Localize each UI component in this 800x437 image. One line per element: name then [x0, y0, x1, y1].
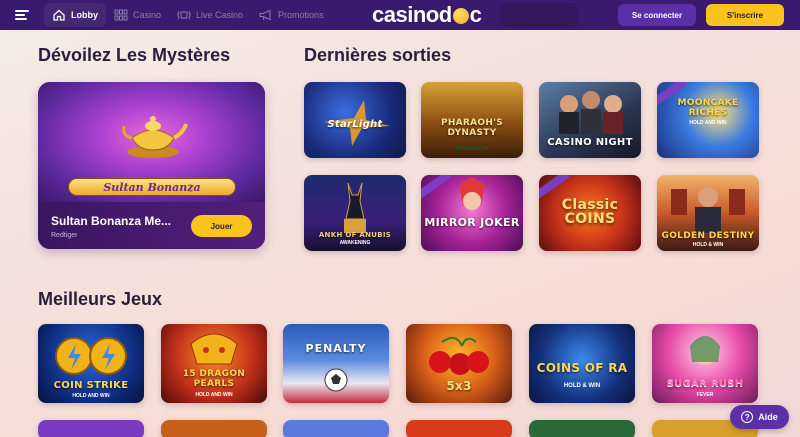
game-tile-mooncake-riches[interactable]: MOONCAKE RICHES HOLD AND WIN [657, 82, 759, 158]
live-icon [177, 10, 191, 20]
login-button[interactable]: Se connecter [618, 4, 696, 26]
game-tile-classic-coins[interactable]: Classic COINS [539, 175, 641, 251]
nav-item-casino[interactable]: Casino [106, 0, 169, 30]
game-sub: HOLD AND WIN [72, 393, 110, 399]
game-sub: AWAKENING [339, 240, 371, 246]
search-area[interactable] [500, 3, 578, 27]
game-tile-coins-of-ra[interactable]: COINS OF RA HOLD & WIN [529, 324, 635, 403]
featured-game-banner: Sultan Bonanza [68, 178, 236, 196]
casinodoc-logo[interactable]: casino d c [372, 2, 482, 28]
game-tile-row3-2[interactable] [161, 420, 267, 437]
game-label: ANKH OF ANUBIS [318, 230, 392, 239]
game-tile-row3-3[interactable] [283, 420, 389, 437]
help-button[interactable]: ? Aide [730, 405, 789, 429]
featured-game-art: Sultan Bonanza [38, 82, 265, 202]
megaphone-icon [259, 9, 271, 21]
top-bar: Lobby Casino Live Casino Promotions casi… [0, 0, 800, 30]
soccer-ball-icon [324, 368, 348, 392]
game-tile-ankh-of-anubis[interactable]: ANKH OF ANUBIS AWAKENING [304, 175, 406, 251]
game-tile-casino-night[interactable]: CASINO NIGHT [539, 82, 641, 158]
nav-label: Live Casino [196, 10, 244, 20]
game-tile-sugar-rush[interactable]: SUGAR RUSH FEVER [652, 324, 758, 403]
magic-lamp-icon [122, 116, 188, 158]
game-sub: HOLD AND WIN [689, 120, 727, 126]
question-icon: ? [741, 411, 754, 423]
nav-item-promotions[interactable]: Promotions [251, 0, 332, 30]
nav-label: Promotions [278, 10, 324, 20]
game-label: CASINO NIGHT [547, 136, 633, 148]
game-label: 5x3 [446, 379, 472, 394]
game-tile-starlight[interactable]: StarLight [304, 82, 406, 158]
nav-item-live-casino[interactable]: Live Casino [169, 0, 251, 30]
game-tile-golden-destiny[interactable]: GOLDEN DESTINY HOLD & WIN [657, 175, 759, 251]
game-sub: FEVER [696, 392, 714, 398]
play-button[interactable]: Jouer [191, 215, 252, 237]
game-sub: HOLD AND WIN [195, 392, 233, 398]
home-icon [53, 9, 65, 21]
logo-text: casino [372, 2, 439, 27]
hamburger-icon [15, 10, 29, 20]
game-label: 15 DRAGON PEARLS [182, 369, 246, 389]
game-label: COINS OF RA [536, 361, 628, 376]
game-tile-penalty[interactable]: PENALTY [283, 324, 389, 403]
game-tile-5x3[interactable]: 5x3 [406, 324, 512, 403]
logo-text-end: c [469, 2, 482, 27]
game-sub: HOLD & WIN [692, 242, 724, 248]
grid-icon [114, 9, 128, 21]
game-tile-row3-5[interactable] [529, 420, 635, 437]
game-sub: HOLD & WIN [563, 383, 601, 389]
joker-art [459, 177, 485, 210]
game-tile-15-dragon-pearls[interactable]: 15 DRAGON PEARLS HOLD AND WIN [161, 324, 267, 403]
featured-game-provider: Redtiger [51, 232, 78, 239]
game-tile-coin-strike[interactable]: COIN STRIKE HOLD AND WIN [38, 324, 144, 403]
help-label: Aide [758, 412, 778, 422]
main-nav: Lobby Casino Live Casino Promotions [44, 0, 332, 30]
game-label: PHARAOH'S DYNASTY [440, 118, 504, 138]
nav-item-lobby[interactable]: Lobby [44, 3, 106, 27]
game-tile-row3-1[interactable] [38, 420, 144, 437]
game-tile-mirror-joker[interactable]: MIRROR JOKER [421, 175, 523, 251]
game-label: Classic COINS [561, 196, 619, 228]
menu-button[interactable] [0, 0, 44, 30]
featured-game-title: Sultan Bonanza Me... [51, 214, 172, 228]
coins-art [55, 337, 127, 375]
game-sub: PRIZEMATCH [455, 146, 489, 152]
game-label: SUGAR RUSH [666, 377, 744, 389]
section-title-latest: Dernières sorties [304, 45, 452, 65]
game-tile-row3-4[interactable] [406, 420, 512, 437]
game-label: COIN STRIKE [53, 379, 129, 391]
game-label: StarLight [327, 118, 383, 130]
section-title-best: Meilleurs Jeux [38, 289, 163, 309]
signup-button[interactable]: S'inscrire [706, 4, 784, 26]
game-label: MOONCAKE RICHES [677, 98, 739, 118]
game-tile-pharaohs-dynasty[interactable]: PHARAOH'S DYNASTY PRIZEMATCH [421, 82, 523, 158]
logo-ball-icon [452, 8, 469, 24]
game-label: GOLDEN DESTINY [661, 230, 755, 241]
nav-label: Casino [133, 10, 162, 20]
game-label: MIRROR JOKER [424, 216, 520, 230]
section-title-mysteries: Dévoilez Les Mystères [38, 45, 231, 65]
nav-label: Lobby [71, 10, 98, 20]
